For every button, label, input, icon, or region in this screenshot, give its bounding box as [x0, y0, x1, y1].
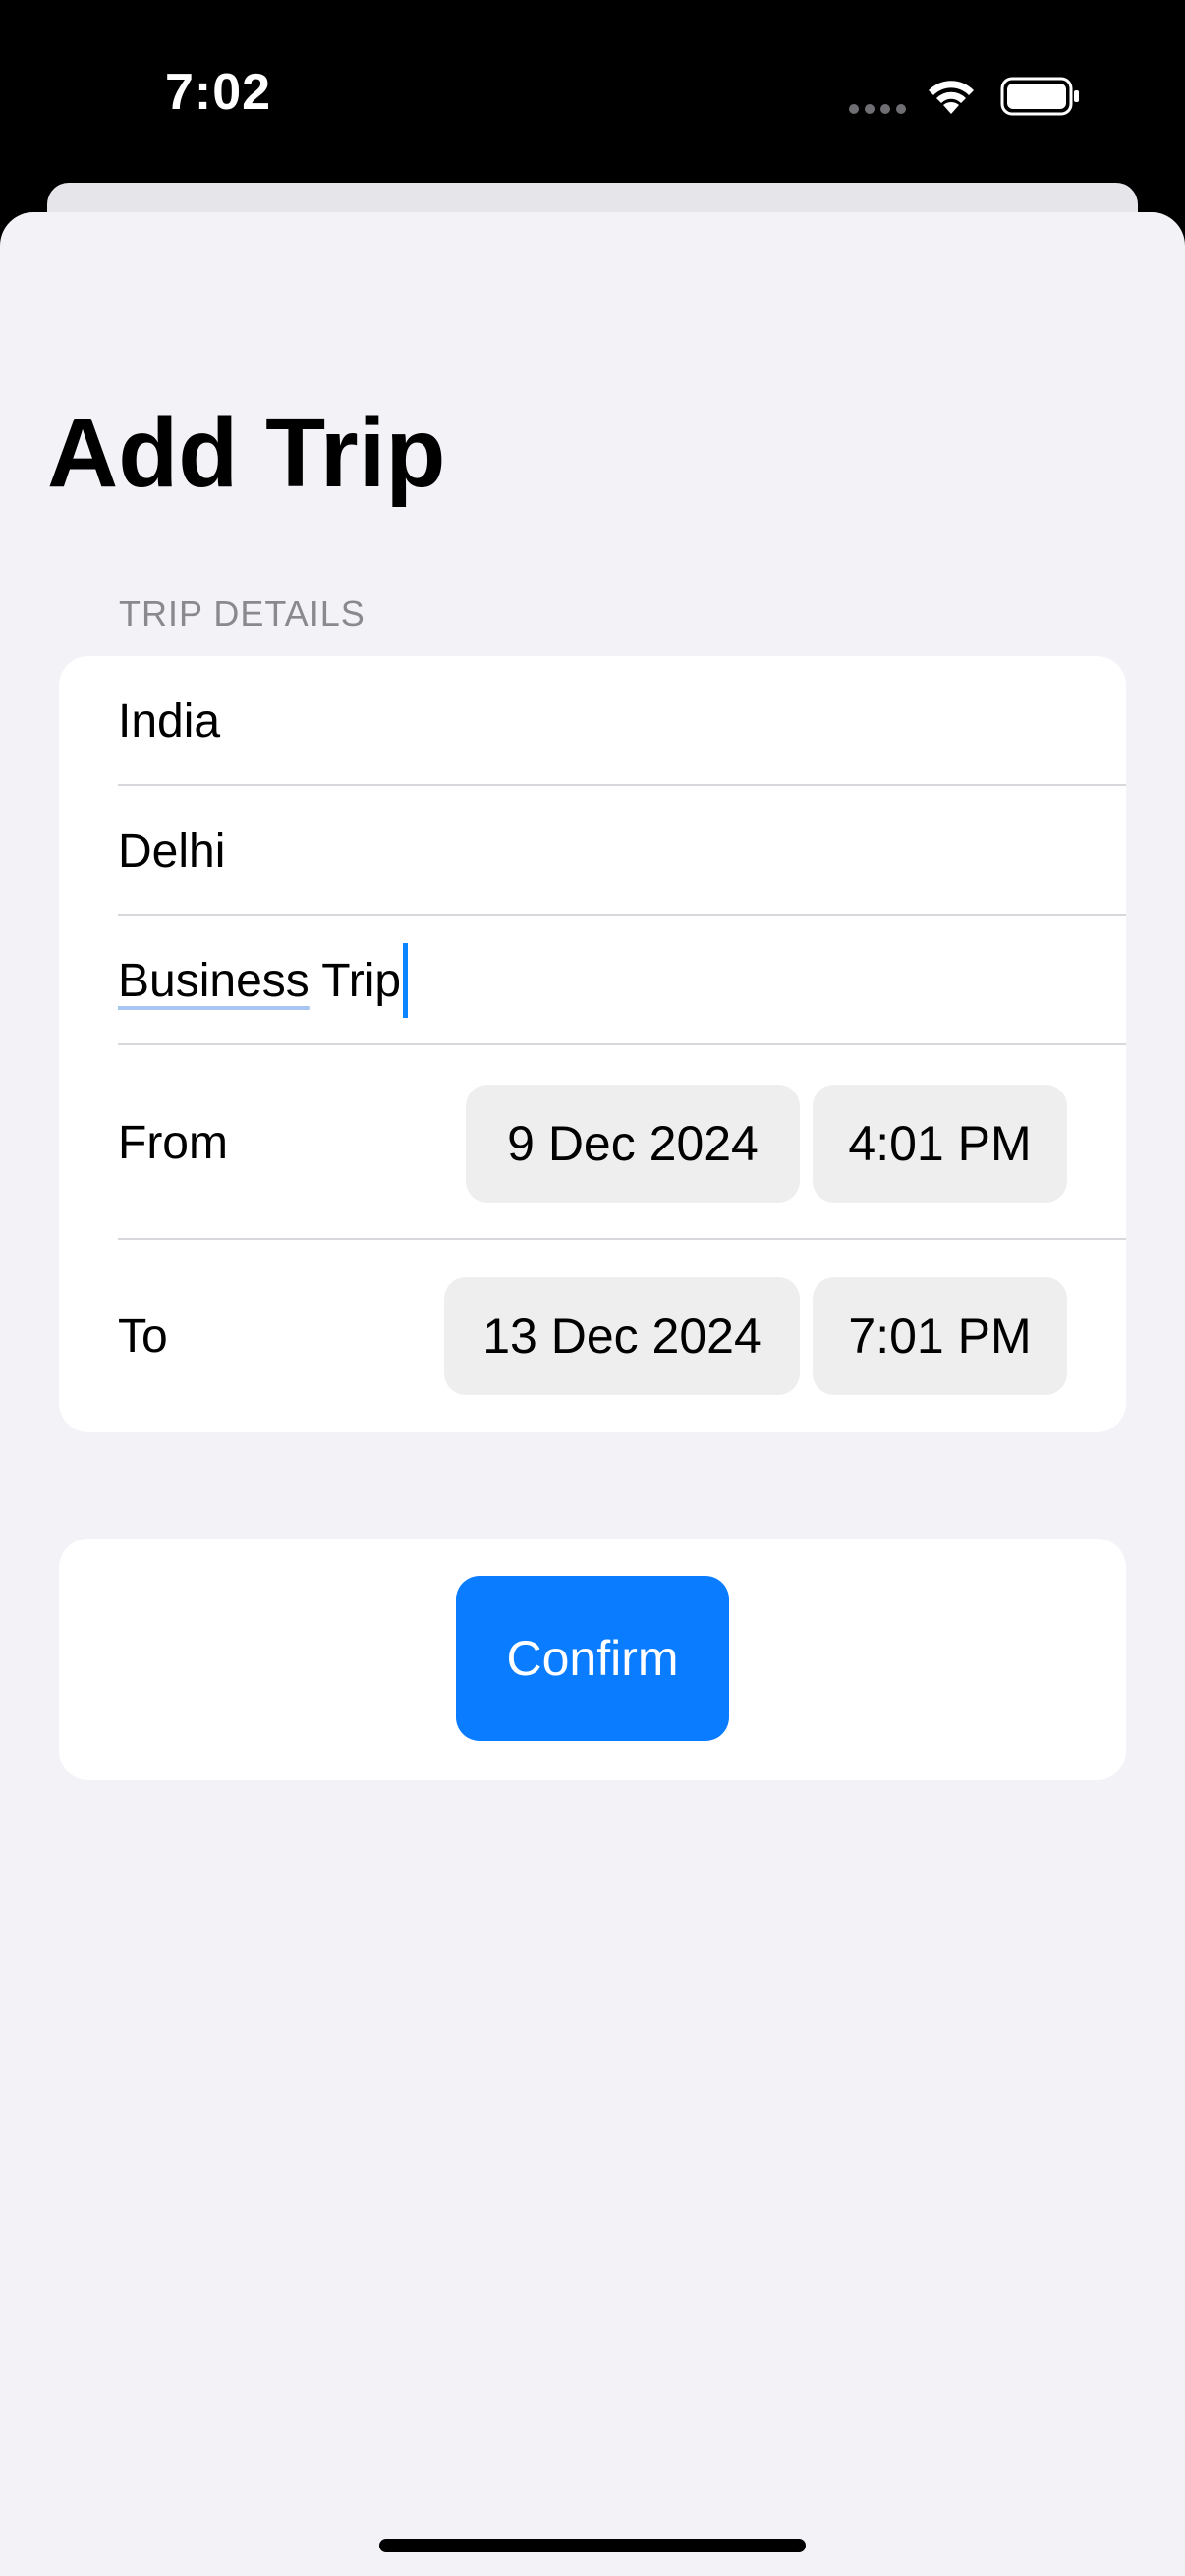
from-date-picker[interactable]: 9 Dec 2024: [466, 1085, 800, 1203]
confirm-card: Confirm: [59, 1539, 1126, 1780]
status-time: 7:02: [165, 64, 272, 121]
add-trip-sheet: Add Trip TRIP DETAILS India Delhi Busine…: [0, 212, 1185, 2576]
purpose-field[interactable]: Business Trip: [118, 916, 409, 1045]
confirm-button[interactable]: Confirm: [456, 1576, 729, 1741]
to-row: To 13 Dec 2024 7:01 PM: [59, 1240, 1126, 1432]
signal-icon: [849, 104, 906, 114]
from-label: From: [118, 1116, 228, 1169]
home-indicator: [379, 2539, 806, 2552]
from-row: From 9 Dec 2024 4:01 PM: [59, 1045, 1126, 1240]
purpose-row: Business Trip: [59, 916, 1126, 1045]
to-time-picker[interactable]: 7:01 PM: [813, 1277, 1067, 1395]
country-row: India: [59, 656, 1126, 786]
city-field[interactable]: Delhi: [118, 786, 225, 916]
wifi-icon: [929, 81, 974, 114]
text-cursor: [403, 943, 409, 1018]
section-header-trip-details: TRIP DETAILS: [119, 593, 366, 634]
country-field[interactable]: India: [118, 656, 220, 786]
trip-details-card: India Delhi Business Trip From 9 Dec 202…: [59, 656, 1126, 1432]
city-row: Delhi: [59, 786, 1126, 916]
from-time-picker[interactable]: 4:01 PM: [813, 1085, 1067, 1203]
status-bar: 7:02: [0, 0, 1185, 187]
purpose-text: Trip: [309, 954, 402, 1007]
page-title: Add Trip: [47, 398, 446, 508]
to-date-picker[interactable]: 13 Dec 2024: [444, 1277, 800, 1395]
to-label: To: [118, 1310, 168, 1363]
purpose-text-underlined: Business: [118, 954, 310, 1007]
battery-icon: [1000, 77, 1079, 116]
